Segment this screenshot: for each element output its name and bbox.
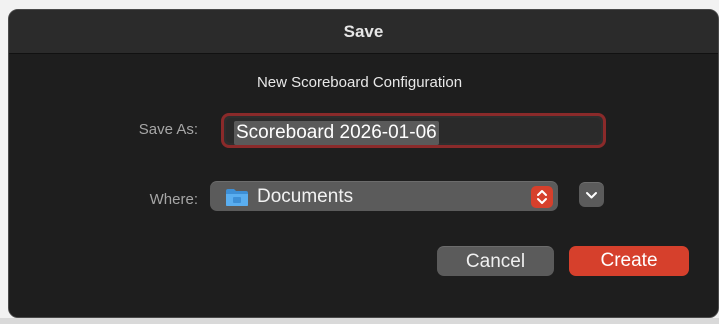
dialog-title: Save	[343, 22, 384, 41]
cancel-button[interactable]: Cancel	[437, 246, 554, 276]
save-as-input-inner[interactable]: Scoreboard 2026-01-06	[226, 118, 601, 145]
expand-browser-button[interactable]	[579, 182, 604, 207]
where-label: Where:	[149, 191, 198, 208]
up-down-chevron-icon[interactable]	[531, 186, 553, 208]
where-value: Documents	[257, 186, 354, 207]
where-popup-button[interactable]: Documents	[210, 181, 558, 211]
folder-icon	[225, 188, 249, 207]
save-as-label: Save As:	[138, 121, 198, 138]
save-as-input[interactable]: Scoreboard 2026-01-06	[221, 113, 606, 148]
dialog-message: New Scoreboard Configuration	[256, 74, 463, 91]
save-as-selected-text[interactable]: Scoreboard 2026-01-06	[234, 121, 439, 145]
chevron-down-icon	[586, 192, 597, 199]
dialog-titlebar: Save	[9, 10, 718, 54]
window-behind-strip	[0, 318, 719, 324]
create-button[interactable]: Create	[569, 246, 689, 276]
